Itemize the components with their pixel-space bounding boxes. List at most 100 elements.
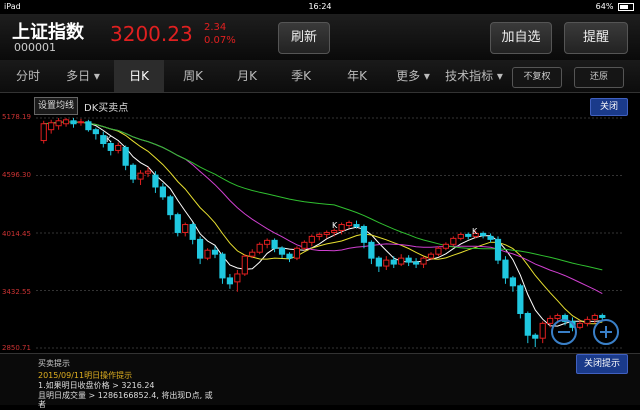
tab-quarterly-k[interactable]: 季K — [278, 60, 324, 92]
candle — [502, 256, 509, 284]
candle — [70, 118, 77, 128]
candle-body — [77, 121, 85, 124]
candle-body — [480, 232, 487, 236]
candle-body — [249, 251, 256, 257]
refresh-button[interactable]: 刷新 — [278, 22, 330, 54]
candle-body — [398, 257, 405, 265]
candle-body — [517, 285, 524, 314]
candle — [197, 236, 204, 265]
candle-body — [494, 238, 502, 261]
candle-body — [278, 247, 286, 255]
tab-indicators[interactable]: 技术指标 ▾ — [442, 60, 506, 92]
remind-button[interactable]: 提醒 — [564, 22, 628, 54]
tab-yearly-k[interactable]: 年K — [334, 60, 380, 92]
candle — [152, 171, 159, 193]
candle — [405, 255, 412, 267]
candle — [435, 246, 442, 257]
candle-body — [591, 314, 598, 320]
candle-body — [532, 334, 539, 339]
clock: 16:24 — [308, 2, 332, 11]
candle — [442, 242, 449, 251]
tab-more[interactable]: 更多 ▾ — [390, 60, 436, 92]
tab-daily-k[interactable]: 日K — [114, 60, 164, 92]
candle-body — [40, 123, 47, 142]
candle-body — [465, 233, 472, 237]
candle-body — [390, 259, 397, 265]
candle — [226, 273, 234, 289]
candle — [301, 240, 308, 251]
candle-body — [584, 318, 591, 324]
candle — [129, 163, 137, 184]
y-tick-label: 2850.71 — [2, 344, 31, 352]
candle — [450, 236, 457, 247]
candle — [286, 252, 293, 263]
tab-weekly-k[interactable]: 周K — [170, 60, 216, 92]
candle-body — [576, 322, 584, 328]
zoom-in-icon[interactable] — [593, 319, 619, 345]
candle-body — [405, 257, 412, 263]
candle-body — [360, 226, 368, 243]
y-tick-label: 4596.30 — [2, 171, 31, 179]
candle — [122, 145, 129, 171]
candle — [204, 248, 211, 261]
add-watchlist-button[interactable]: 加自选 — [490, 22, 552, 54]
candle-body — [70, 120, 77, 125]
y-tick-label: 5178.19 — [2, 113, 31, 121]
candle-body — [62, 119, 70, 125]
candle-body — [234, 273, 241, 283]
candle — [241, 254, 248, 276]
price-change: 2.34 — [204, 22, 227, 33]
candle — [48, 119, 55, 134]
candle — [174, 212, 181, 237]
candle — [115, 142, 122, 154]
candle-body — [122, 146, 129, 166]
tips-line-2: 且明日成交量 > 1286166852.4, 将出现D点, 或 — [38, 391, 213, 400]
candle-body — [293, 247, 301, 259]
tips-title: 买卖提示 — [38, 359, 70, 368]
candle — [167, 194, 174, 220]
battery-icon — [618, 2, 634, 11]
candle — [77, 118, 85, 126]
candle-body — [487, 235, 494, 240]
restore-button[interactable]: 还原 — [574, 67, 624, 88]
candle-body — [219, 253, 226, 279]
zoom-out-icon[interactable] — [551, 319, 577, 345]
no-adjust-button[interactable]: 不复权 — [512, 67, 562, 88]
candle-body — [48, 122, 55, 131]
candle — [137, 170, 144, 186]
candle-body — [375, 257, 382, 267]
candle-body — [323, 231, 330, 235]
tab-monthly-k[interactable]: 月K — [224, 60, 270, 92]
candle-body — [137, 172, 144, 180]
ma60-line — [43, 121, 603, 271]
close-tips-button[interactable]: 关闭提示 — [576, 354, 628, 374]
candle — [293, 246, 301, 261]
candle — [383, 256, 390, 271]
tab-intraday[interactable]: 分时 — [8, 60, 48, 92]
candle — [375, 256, 382, 272]
kline-chart: 5178.19 4596.30 4014.45 3432.55 2850.71 … — [0, 93, 640, 353]
candle-body — [197, 238, 204, 259]
candle — [92, 127, 99, 140]
candle — [390, 256, 397, 269]
candle-body — [301, 241, 308, 249]
close-indicator-button[interactable]: 关闭 — [590, 98, 628, 116]
candle — [532, 333, 539, 348]
candle-body — [256, 243, 263, 253]
candle-body — [450, 237, 457, 245]
candle — [189, 222, 196, 245]
k-marker: K — [106, 135, 112, 144]
candle-body — [457, 233, 464, 239]
indicator-label: DK买卖点 — [84, 103, 129, 114]
set-ma-button[interactable]: 设置均线 — [34, 97, 79, 115]
candle — [264, 238, 271, 249]
candle — [517, 283, 524, 319]
candle — [584, 316, 591, 327]
candle-body — [368, 241, 375, 259]
tab-multi-day[interactable]: 多日 ▾ — [58, 60, 108, 92]
candle — [234, 270, 241, 292]
battery-percent: 64% — [595, 2, 614, 11]
y-tick-label: 4014.45 — [2, 230, 31, 238]
candle — [316, 232, 323, 241]
candle-body — [316, 233, 323, 237]
